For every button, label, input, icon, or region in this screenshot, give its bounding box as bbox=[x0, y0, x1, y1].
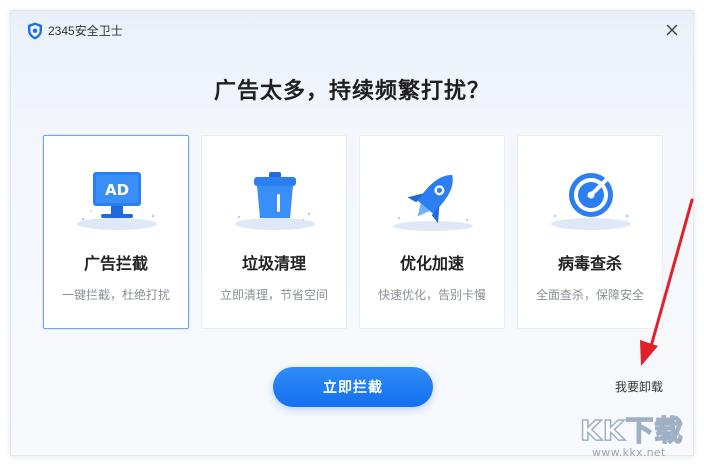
uninstall-dialog: 2345安全卫士 广告太多，持续频繁打扰？ AD 广告拦截 一键拦截，杜绝打扰 bbox=[10, 10, 694, 456]
ad-icon-text: AD bbox=[105, 181, 129, 199]
card-speed-up[interactable]: 优化加速 快速优化，告别卡慢 bbox=[359, 135, 505, 329]
card-virus-scan[interactable]: 病毒查杀 全面查杀，保障安全 bbox=[517, 135, 663, 329]
card-title: 病毒查杀 bbox=[557, 256, 622, 273]
rocket-icon bbox=[393, 175, 473, 231]
target-scan-icon bbox=[551, 173, 631, 230]
watermark-url: www.kkx.net bbox=[592, 446, 666, 459]
trash-can-icon bbox=[235, 172, 315, 230]
close-icon bbox=[666, 24, 678, 36]
close-button[interactable] bbox=[661, 19, 683, 41]
card-title: 广告拦截 bbox=[83, 256, 148, 273]
card-description: 立即清理，节省空间 bbox=[219, 288, 328, 302]
card-title: 垃圾清理 bbox=[241, 256, 306, 273]
card-description: 一键拦截，杜绝打扰 bbox=[61, 288, 170, 302]
feature-cards: AD 广告拦截 一键拦截，杜绝打扰 垃圾清理 立即清理，节省空间 优化加速 快速… bbox=[43, 135, 663, 329]
watermark-logo: KK下载 bbox=[579, 410, 704, 448]
card-title: 优化加速 bbox=[399, 256, 464, 273]
page-title: 广告太多，持续频繁打扰？ bbox=[213, 78, 490, 103]
card-junk-clean[interactable]: 垃圾清理 立即清理，节省空间 bbox=[201, 135, 347, 329]
watermark-logo-text: KK下载 bbox=[579, 413, 684, 448]
title-bar: 2345安全卫士 bbox=[11, 11, 693, 51]
shield-logo-icon bbox=[28, 22, 42, 40]
app-title: 2345安全卫士 bbox=[48, 24, 123, 38]
card-ad-block[interactable]: AD 广告拦截 一键拦截，杜绝打扰 bbox=[43, 135, 189, 329]
ad-monitor-icon: AD bbox=[77, 172, 157, 230]
card-description: 全面查杀，保障安全 bbox=[535, 288, 644, 302]
uninstall-link[interactable]: 我要卸载 bbox=[615, 378, 663, 395]
block-now-button[interactable]: 立即拦截 bbox=[273, 367, 433, 407]
card-description: 快速优化，告别卡慢 bbox=[377, 288, 486, 302]
